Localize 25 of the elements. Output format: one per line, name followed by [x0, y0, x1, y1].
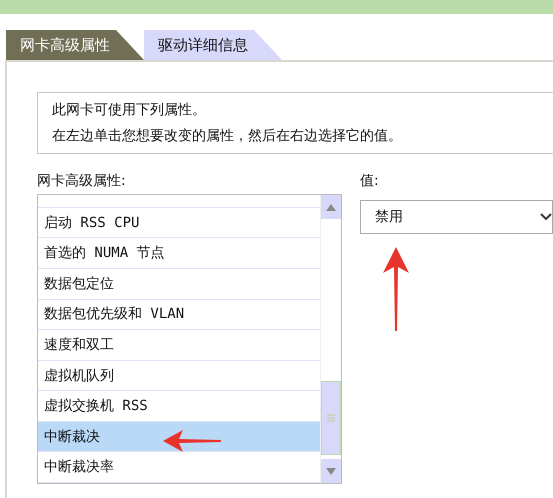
list-item[interactable]: 数据包优先级和 VLAN — [38, 300, 320, 330]
tab[interactable]: 网卡高级属性 — [6, 30, 144, 60]
value-label: 值: — [360, 172, 380, 191]
description-text: 在左边单击您想要改变的属性，然后在右边选择它的值。 — [52, 127, 403, 146]
arrow-icon — [383, 247, 409, 331]
chevron-icon — [540, 213, 552, 221]
value-dropdown[interactable]: 禁用 — [360, 200, 553, 234]
up-triangle-icon — [326, 204, 336, 210]
scroll-up-button[interactable] — [321, 195, 341, 219]
list-item[interactable]: 数据包定位 — [38, 268, 320, 300]
down-triangle-icon — [326, 468, 336, 474]
list-item[interactable]: 首选的 NUMA 节点 — [38, 238, 320, 269]
list-item[interactable]: 中断裁决率 — [38, 452, 320, 484]
scroll-down-button[interactable] — [321, 459, 341, 483]
grip-icon — [327, 414, 335, 422]
property-list[interactable]: 启动 RSS CPU 首选的 NUMA 节点 数据包定位 数据包优先级和 VLAN 速度和双工 虚拟机队列 虚拟交换机 RSS 中断裁决 中断裁决率 — [37, 194, 342, 484]
list-item[interactable]: 启动 RSS CPU — [38, 208, 320, 238]
property-label: 网卡高级属性: — [37, 172, 127, 191]
arrow-icon — [163, 430, 221, 452]
list-item[interactable]: 虚拟机队列 — [38, 360, 320, 392]
description-text: 此网卡可使用下列属性。 — [52, 101, 207, 120]
tab[interactable]: 驱动详细信息 — [144, 30, 282, 60]
scroll-thumb[interactable] — [321, 381, 341, 455]
list-item[interactable]: 速度和双工 — [38, 330, 320, 361]
list-item[interactable]: 中断裁决 — [38, 422, 320, 452]
